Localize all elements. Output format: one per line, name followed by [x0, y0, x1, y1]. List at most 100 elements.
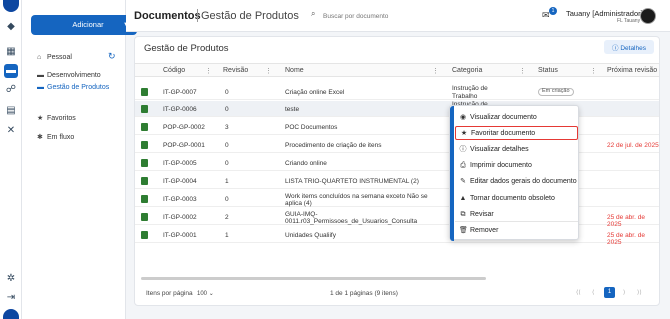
table-row[interactable]: IT-GP-0002 2 GUIA-IMQ- 0011.r03_Permissoes_… [135, 209, 659, 227]
table-row[interactable]: IT-GP-0007 0 Criação online Excel Instrução… [135, 84, 659, 100]
column-menu-icon[interactable]: ⋮ [265, 67, 272, 75]
column-header-rev[interactable]: Revisão [223, 67, 248, 74]
cell-revision: 0 [225, 160, 229, 167]
cube-logo-icon[interactable]: ◆ [4, 20, 18, 34]
next-page-icon[interactable]: ⟩ [623, 289, 625, 296]
menu-item-favoritar-documento[interactable]: ★ Favoritar documento [455, 126, 578, 140]
document-icon [141, 195, 148, 203]
column-header-status[interactable]: Status [538, 67, 558, 74]
icon-rail: ◆ ▦ ▬ ☍ ▤ ✕ ✲ ⇥ [0, 0, 22, 319]
add-button-label: Adicionar [72, 20, 104, 29]
menu-item-editar-dados-gerais-do-documento[interactable]: ✎ Editar dados gerais do documento [455, 175, 578, 189]
cell-code: IT-GP-0003 [163, 196, 197, 203]
table-row[interactable]: IT-GP-00060testeInstrução de [135, 101, 659, 117]
column-header-category[interactable]: Categoria [452, 67, 482, 74]
documents-panel: Gestão de Produtos ⓘ Detalhes Código ⋮ R… [134, 36, 660, 306]
prev-page-icon[interactable]: ⟨ [592, 289, 594, 296]
horizontal-scrollbar[interactable] [141, 277, 486, 280]
warning-icon: ▲ [459, 195, 467, 202]
sidebar-item-favoritos[interactable]: ★ Favoritos [37, 114, 76, 122]
document-icon [141, 141, 148, 149]
cell-revision: 0 [225, 142, 229, 149]
cell-name: POC Documentos [285, 124, 338, 131]
cell-code: IT-GP-0005 [163, 160, 197, 167]
sidebar-item-label: Gestão de Produtos [47, 84, 110, 91]
table-header: Código ⋮ Revisão ⋮ Nome ⋮ Categoria ⋮ St… [135, 63, 659, 77]
document-icon [141, 88, 148, 96]
cell-revision: 0 [225, 196, 229, 203]
table-row[interactable]: POP-GP-0002 3 POC Documentos [135, 119, 659, 135]
sidebar-item-gestao[interactable]: ▬ Gestão de Produtos [37, 84, 109, 91]
app-logo[interactable] [3, 0, 19, 12]
details-button[interactable]: ⓘ Detalhes [604, 40, 654, 54]
cell-revision: 0 [225, 89, 229, 96]
avatar[interactable] [640, 8, 656, 24]
cell-next-review: 25 de abr. de 2025 [607, 232, 645, 246]
title-separator [197, 9, 198, 22]
document-icon [141, 105, 148, 113]
cell-name: Procedimento de criação de itens [285, 142, 382, 149]
help-icon[interactable] [3, 309, 19, 319]
cell-code: IT-GP-0001 [163, 232, 197, 239]
sidebar: Adicionar ▼ ⌂Pessoal ↻ ▬Desenvolvimento … [22, 0, 137, 319]
cell-category-line2: Trabalho [452, 93, 478, 100]
column-header-code[interactable]: Código [163, 67, 185, 74]
cell-name: Criando online [285, 160, 327, 167]
top-bar: Documentos Gestão de Produtos ⌕ ✉ 1 Taua… [126, 0, 670, 32]
current-page-button[interactable]: 1 [604, 287, 615, 298]
column-header-name[interactable]: Nome [285, 67, 304, 74]
table-row[interactable]: IT-GP-00011Unidades QualiifyTrabalho25 d… [135, 227, 659, 246]
column-menu-icon[interactable]: ⋮ [590, 67, 597, 75]
menu-item-label: Favoritar documento [471, 130, 536, 137]
column-header-next-review[interactable]: Próxima revisão [607, 67, 657, 74]
network-icon[interactable]: ☍ [4, 83, 18, 97]
tools-icon[interactable]: ✕ [4, 124, 18, 138]
cell-name-line2: 0011.r03_Permissoes_de_Usuarios_Consulta [285, 218, 418, 225]
menu-item-visualizar-documento[interactable]: ◉ Visualizar documento [455, 111, 578, 125]
settings-icon[interactable]: ✲ [4, 272, 18, 286]
menu-item-revisar[interactable]: ⧉ Revisar [455, 208, 578, 222]
collapse-icon[interactable]: ⇥ [4, 291, 18, 305]
menu-accent-bar [450, 106, 454, 241]
context-menu: ◉ Visualizar documento ★ Favoritar document… [449, 105, 579, 241]
sidebar-item-fluxo[interactable]: ✱ Em fluxo [37, 133, 74, 141]
cell-code: IT-GP-0002 [163, 214, 197, 221]
cell-revision: 3 [225, 124, 229, 131]
table-row[interactable]: POP-GP-0001 0 Procedimento de criação de i… [135, 137, 659, 153]
menu-item-remover[interactable]: 🗑 Remover [455, 224, 578, 238]
menu-item-imprimir-documento[interactable]: ⎙ Imprimir documento [455, 159, 578, 173]
first-page-icon[interactable]: ⟨⟨ [576, 289, 581, 296]
trash-icon: 🗑 [459, 227, 468, 234]
last-page-icon[interactable]: ⟩⟩ [637, 289, 642, 296]
chevron-down-icon: ⌄ [208, 291, 214, 297]
column-menu-icon[interactable]: ⋮ [432, 67, 439, 75]
table-row[interactable]: IT-GP-0005 0 Criando online [135, 155, 659, 171]
column-menu-icon[interactable]: ⋮ [519, 67, 526, 75]
user-role: FL Tauany [617, 18, 641, 24]
flow-icon: ✱ [37, 134, 43, 141]
panel-title: Gestão de Produtos [144, 43, 229, 54]
document-icon[interactable]: ▤ [4, 104, 18, 118]
cell-code: IT-GP-0007 [163, 89, 197, 96]
sidebar-item-pessoal[interactable]: ⌂ Pessoal [37, 54, 72, 61]
cell-code: IT-GP-0004 [163, 178, 197, 185]
menu-item-label: Tornar documento obsoleto [470, 195, 555, 202]
sidebar-item-desenvolvimento[interactable]: ▬ Desenvolvimento [37, 72, 101, 79]
cell-next-review: 22 de jul. de 2025 [607, 142, 659, 149]
dashboard-icon[interactable]: ▦ [4, 45, 18, 59]
cell-name: teste [285, 106, 300, 113]
column-menu-icon[interactable]: ⋮ [205, 67, 212, 75]
cell-name-line2: aplica (4) [285, 200, 312, 207]
add-button[interactable]: Adicionar ▼ [31, 15, 137, 35]
menu-item-tornar-documento-obsoleto[interactable]: ▲ Tornar documento obsoleto [455, 192, 578, 206]
page-size-select[interactable]: 100 ⌄ [197, 290, 214, 297]
user-name[interactable]: Tauany [Administrador] [566, 9, 643, 18]
search-input[interactable] [323, 9, 483, 23]
refresh-icon[interactable]: ↻ [108, 51, 116, 62]
sidebar-item-label: Desenvolvimento [47, 72, 101, 79]
menu-item-visualizar-detalhes[interactable]: ⓘ Visualizar detalhes [455, 143, 578, 157]
menu-item-label: Revisar [470, 211, 494, 218]
table-row[interactable]: IT-GP-0004 1 LISTA TRIO-QUARTETO INSTRUMEN… [135, 173, 659, 189]
folder-icon[interactable]: ▬ [4, 64, 18, 78]
table-row[interactable]: IT-GP-0003 0 Work items concluídos na sema… [135, 191, 659, 207]
